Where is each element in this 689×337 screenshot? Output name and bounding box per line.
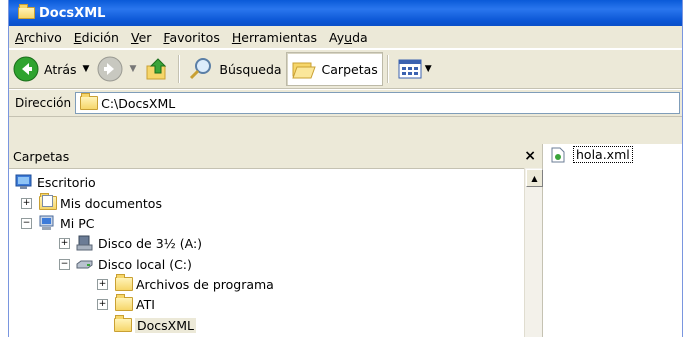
menu-archivo[interactable]: Archivo — [9, 30, 68, 45]
folders-label: Carpetas — [321, 61, 378, 77]
expand-icon[interactable]: + — [21, 197, 32, 209]
back-label: Atrás — [44, 61, 77, 77]
desktop-icon — [15, 174, 33, 190]
back-arrow-icon — [13, 56, 39, 82]
tree-item-ati[interactable]: + ATI — [97, 294, 155, 314]
explorer-window: DocsXML Archivo Edición Ver Favoritos He… — [8, 0, 683, 337]
tree-item-label: Disco de 3½ (A:) — [98, 235, 203, 251]
floppy-icon — [76, 235, 94, 251]
chevron-down-icon[interactable]: ▼ — [83, 64, 90, 74]
title-bar[interactable]: DocsXML — [9, 0, 682, 26]
up-folder-icon — [146, 58, 167, 80]
folders-pane-title: Carpetas — [13, 148, 70, 164]
forward-button[interactable]: ▼ — [93, 53, 140, 85]
scroll-up-icon[interactable]: ▲ — [526, 169, 543, 187]
computer-icon — [38, 215, 56, 231]
folder-icon — [114, 294, 133, 312]
file-list-pane: hola.xml — [543, 144, 682, 337]
documents-icon — [38, 193, 57, 211]
tree-item-label: Mis documentos — [60, 195, 162, 211]
menu-favoritos[interactable]: Favoritos — [157, 30, 225, 45]
tree-item-label: Archivos de programa — [136, 276, 274, 292]
tree-item-label: ATI — [136, 296, 155, 312]
expand-icon[interactable]: + — [97, 298, 108, 310]
tree-item-docsxml[interactable]: DocsXML — [113, 315, 196, 335]
tree-item-disco-a[interactable]: + Disco de 3½ (A:) — [59, 233, 202, 253]
tree-item-mis-documentos[interactable]: + Mis documentos — [21, 193, 162, 213]
expand-icon[interactable]: + — [59, 237, 70, 249]
main-area: Carpetas × Escritorio + Mis documentos −… — [9, 144, 682, 337]
views-icon — [398, 59, 422, 79]
views-button[interactable]: ▼ — [393, 53, 436, 85]
toolbar: Atrás ▼ ▼ Búsqueda Carpetas ▼ — [9, 49, 682, 89]
collapse-icon[interactable]: − — [21, 217, 32, 229]
search-label: Búsqueda — [219, 61, 282, 77]
folder-icon — [17, 4, 35, 20]
search-icon — [190, 58, 212, 80]
back-button[interactable]: Atrás ▼ — [9, 53, 93, 85]
tree-item-escritorio[interactable]: Escritorio — [15, 172, 96, 192]
close-icon[interactable]: × — [524, 148, 536, 164]
address-label: Dirección — [15, 96, 72, 110]
folder-icon — [114, 274, 133, 292]
tree-item-archivos-de-programa[interactable]: + Archivos de programa — [97, 274, 274, 294]
menu-edicion[interactable]: Edición — [68, 30, 125, 45]
folders-pane-header: Carpetas × — [9, 144, 542, 169]
open-folder-icon — [113, 315, 132, 333]
expand-icon[interactable]: + — [97, 278, 108, 290]
tree-item-label: Escritorio — [37, 174, 96, 190]
up-folder-button[interactable] — [140, 53, 174, 85]
folder-icon — [79, 93, 99, 111]
menu-ayuda[interactable]: Ayuda — [323, 30, 374, 45]
chevron-down-icon[interactable]: ▼ — [129, 64, 136, 74]
file-name: hola.xml — [573, 146, 633, 163]
menu-bar: Archivo Edición Ver Favoritos Herramient… — [9, 26, 682, 49]
xml-file-icon — [551, 147, 569, 163]
menu-herramientas[interactable]: Herramientas — [226, 30, 323, 45]
chevron-down-icon[interactable]: ▼ — [425, 64, 432, 74]
address-value: C:\DocsXML — [101, 95, 176, 111]
tree-item-mi-pc[interactable]: − Mi PC — [21, 213, 95, 233]
folders-icon — [291, 62, 316, 79]
folders-pane: Carpetas × Escritorio + Mis documentos −… — [9, 144, 543, 337]
forward-arrow-icon — [97, 56, 123, 82]
tree-item-label: DocsXML — [135, 317, 196, 333]
menu-ver[interactable]: Ver — [125, 30, 157, 45]
collapse-icon[interactable]: − — [59, 258, 70, 270]
search-button[interactable]: Búsqueda — [184, 53, 285, 85]
folders-button[interactable]: Carpetas — [285, 52, 383, 86]
tree-item-disco-c[interactable]: − Disco local (C:) — [59, 254, 192, 274]
harddisk-icon — [76, 256, 94, 272]
tree-item-label: Disco local (C:) — [98, 256, 192, 272]
tree-item-label: Mi PC — [60, 215, 95, 231]
separator — [386, 55, 389, 83]
separator — [178, 55, 181, 83]
address-bar: Dirección C:\DocsXML — [9, 89, 682, 117]
address-input[interactable]: C:\DocsXML — [75, 92, 680, 114]
window-title: DocsXML — [39, 5, 106, 21]
vertical-scrollbar[interactable]: ▲ — [524, 168, 543, 337]
file-item[interactable]: hola.xml — [551, 146, 633, 163]
